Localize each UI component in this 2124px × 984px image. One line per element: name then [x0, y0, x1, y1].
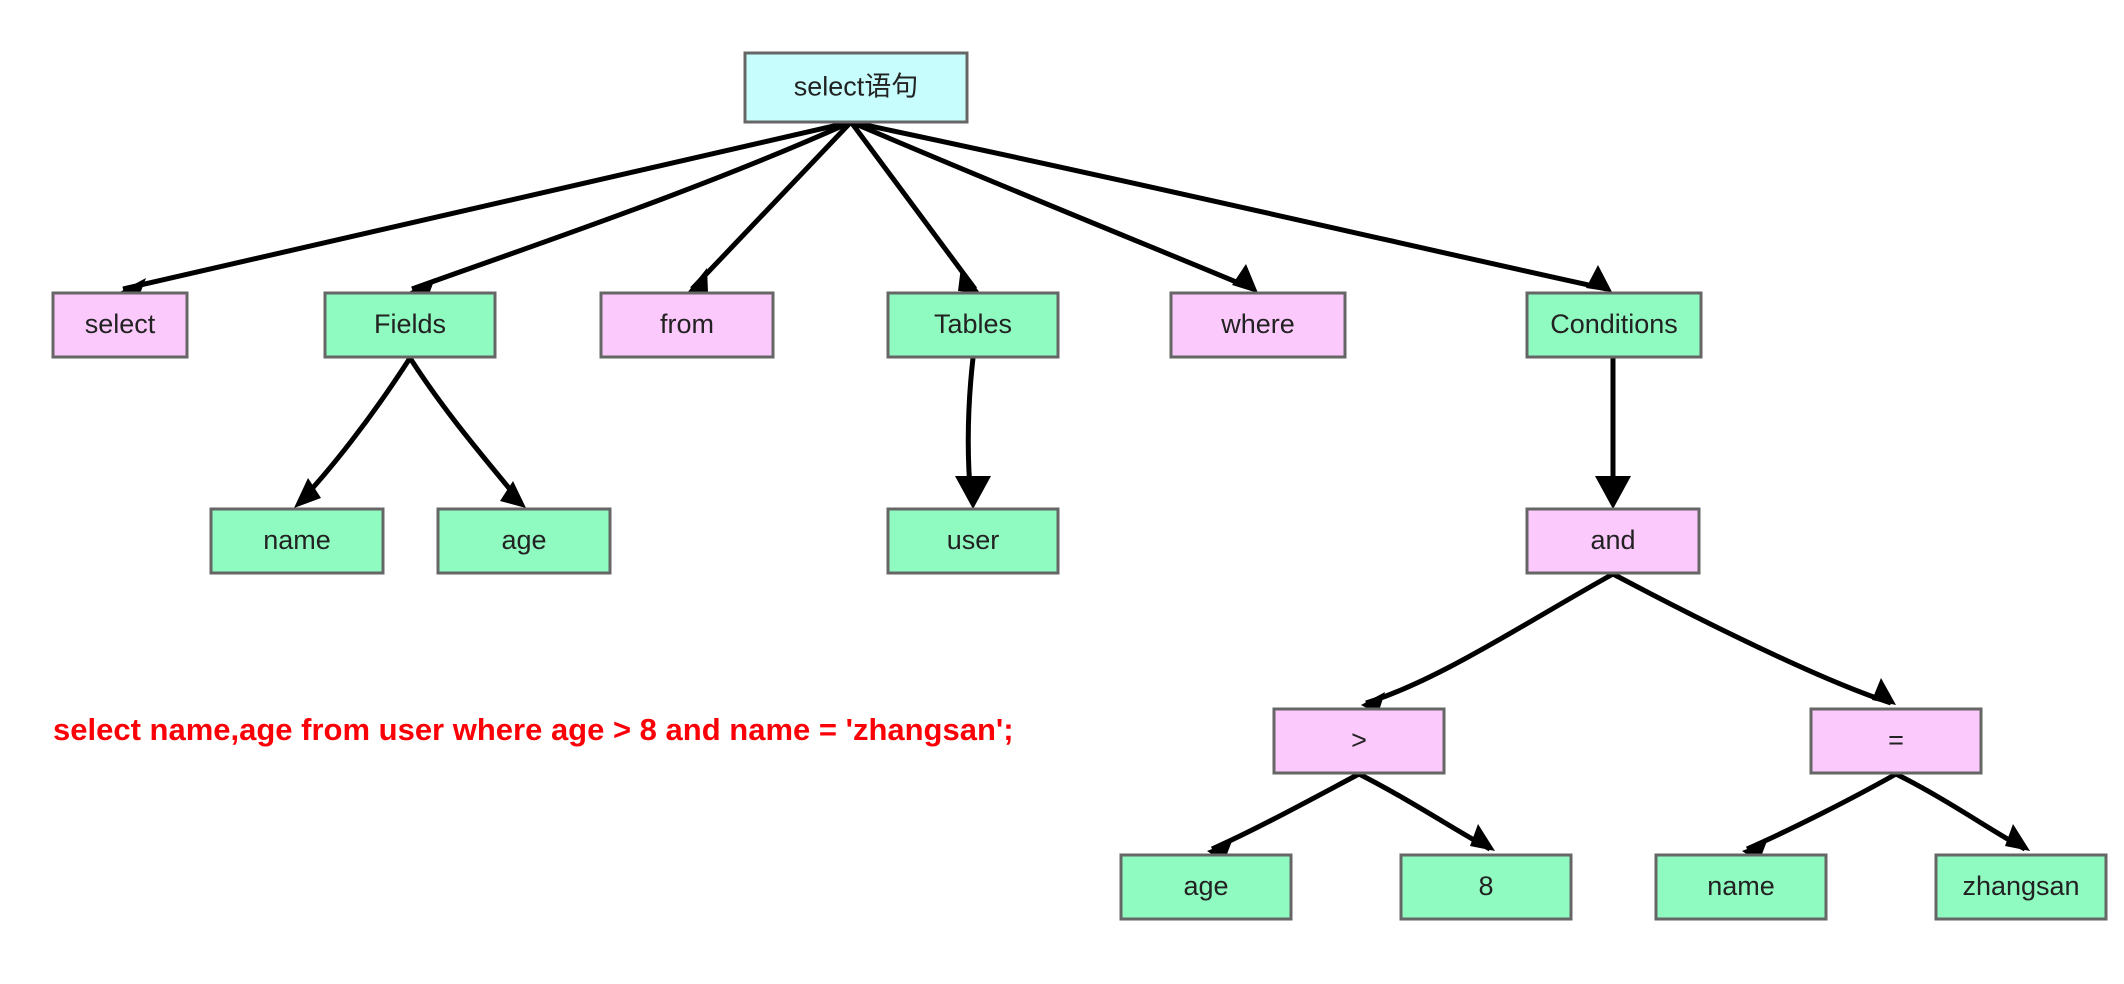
tree-edge	[1361, 571, 1615, 714]
node-label: age	[1183, 871, 1228, 901]
edge-arrowhead-icon	[1595, 476, 1631, 509]
tree-edge	[1357, 771, 1495, 852]
tree-edge	[1207, 771, 1361, 862]
tree-edge	[955, 357, 991, 509]
edge-arrowhead-icon	[1232, 264, 1258, 293]
node-label: user	[947, 525, 1000, 555]
node-label: select	[85, 309, 156, 339]
edge-arrowhead-icon	[1872, 678, 1896, 705]
tree-node-select_kw[interactable]: select	[51, 291, 189, 359]
node-label: =	[1888, 725, 1904, 755]
tree-node-from_kw[interactable]: from	[599, 291, 775, 359]
tree-canvas: select语句 select Fields from Tables where Condi…	[51, 51, 2108, 921]
edge-line	[1745, 771, 1898, 852]
tree-node-age1[interactable]: age	[436, 507, 612, 575]
tree-edge	[1611, 571, 1896, 706]
node-label: >	[1351, 725, 1367, 755]
node-label: Fields	[374, 309, 446, 339]
tree-edge	[1742, 771, 1898, 862]
tree-node-name2[interactable]: name	[1654, 853, 1828, 921]
tree-node-gt_op[interactable]: >	[1272, 707, 1446, 775]
caption-layer: select name,age from user where age > 8 …	[53, 712, 1014, 747]
edge-line	[297, 356, 413, 505]
node-label: select语句	[794, 72, 919, 102]
edge-line	[1357, 771, 1492, 852]
node-label: name	[263, 525, 331, 555]
edges-layer	[118, 119, 2030, 862]
tree-node-eight[interactable]: 8	[1399, 853, 1573, 921]
nodes-layer: select语句 select Fields from Tables where Condi…	[51, 51, 2108, 921]
edge-arrowhead-icon	[1470, 824, 1495, 851]
edge-arrowhead-icon	[958, 267, 980, 293]
node-label: 8	[1478, 871, 1493, 901]
edge-arrowhead-icon	[1586, 265, 1612, 292]
edge-arrowhead-icon	[2005, 824, 2030, 851]
edge-line	[1210, 771, 1361, 852]
tree-node-fields[interactable]: Fields	[323, 291, 497, 359]
tree-edge	[1595, 358, 1631, 509]
edge-line	[407, 356, 523, 505]
tree-node-where_kw[interactable]: where	[1169, 291, 1347, 359]
tree-edge	[687, 120, 853, 293]
node-label: age	[501, 525, 546, 555]
node-label: from	[660, 309, 714, 339]
tree-edge	[850, 119, 1612, 292]
edge-line	[1611, 571, 1892, 706]
node-label: zhangsan	[1962, 871, 2079, 901]
edge-line	[690, 120, 853, 291]
tree-node-name1[interactable]: name	[209, 507, 385, 575]
tree-edge	[118, 119, 852, 299]
node-label: Tables	[934, 309, 1012, 339]
edge-line	[1365, 571, 1615, 706]
tree-node-conditions[interactable]: Conditions	[1525, 291, 1703, 359]
node-label: where	[1220, 309, 1295, 339]
tree-node-user[interactable]: user	[886, 507, 1060, 575]
node-label: and	[1590, 525, 1635, 555]
edge-line	[1894, 771, 2027, 852]
node-label: Conditions	[1550, 309, 1678, 339]
edge-arrowhead-icon	[955, 476, 991, 509]
sql-parse-tree-diagram: select语句 select Fields from Tables where Condi…	[0, 0, 2124, 984]
tree-node-tables[interactable]: Tables	[886, 291, 1060, 359]
node-label: name	[1707, 871, 1775, 901]
tree-node-root[interactable]: select语句	[743, 51, 969, 124]
edge-arrowhead-icon	[687, 268, 708, 293]
tree-edge	[294, 356, 413, 508]
tree-node-and_op[interactable]: and	[1525, 507, 1701, 575]
tree-edge	[1894, 771, 2030, 852]
tree-node-zhangsan[interactable]: zhangsan	[1934, 853, 2108, 921]
tree-node-age2[interactable]: age	[1119, 853, 1293, 921]
edge-line	[850, 119, 1608, 292]
sql-query-caption: select name,age from user where age > 8 …	[53, 712, 1014, 747]
tree-edge	[407, 356, 526, 508]
tree-node-eq_op[interactable]: =	[1809, 707, 1983, 775]
